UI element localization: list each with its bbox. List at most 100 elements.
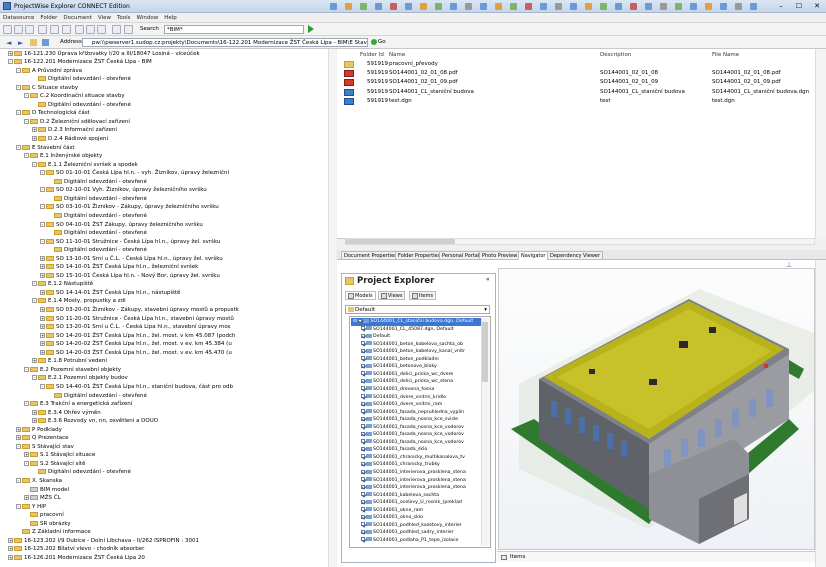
document-row[interactable]: 591919 test.dgn test test.dgn — [337, 97, 815, 106]
collapse-toggle-icon[interactable]: - — [24, 366, 29, 372]
tab-views[interactable]: Views — [378, 291, 406, 300]
tree-item[interactable]: - SO 01-10-01 Česká Lípa hl.n. - vyh. Žiz… — [40, 169, 229, 178]
scrollbar-thumb[interactable] — [482, 322, 488, 382]
new-icon[interactable] — [3, 25, 12, 34]
model-item[interactable]: SO144001_delici_pricka_wc_dvere — [351, 371, 481, 379]
menu-view[interactable]: View — [95, 13, 114, 23]
toolbar-icon[interactable] — [450, 3, 457, 10]
maximize-button[interactable]: ☐ — [792, 1, 806, 11]
column-header-description[interactable]: Description — [600, 52, 631, 58]
tree-item[interactable]: + SO 14-20-03 ŽST Česká Lípa hl.n., žel. … — [40, 349, 232, 358]
expand-toggle-icon[interactable]: + — [40, 324, 45, 330]
model-item[interactable]: SO144001_podhled_sadry_interier — [351, 529, 481, 537]
model-visibility-checkbox[interactable] — [361, 409, 365, 414]
expand-toggle-icon[interactable]: + — [40, 264, 45, 270]
expand-toggle-icon[interactable]: + — [8, 546, 13, 552]
open-icon[interactable] — [14, 25, 23, 34]
collapse-toggle-icon[interactable]: - — [40, 383, 45, 389]
model-item[interactable]: SO144001_fasada_nosna_kce_vodorov — [351, 424, 481, 432]
tree-item[interactable]: + SO 14-20-01 ŽST Česká Lípa hl.n., žel. … — [40, 332, 235, 341]
tree-item[interactable]: +16-121.230 Úprava křižovatky I/20 a III… — [8, 50, 200, 59]
expand-toggle-icon[interactable]: + — [24, 495, 29, 501]
tree-item[interactable]: + MŽS ČL — [24, 494, 61, 503]
toolbar-icon[interactable] — [750, 3, 757, 10]
tree-item[interactable]: + SO 13-20-01 Srní u Č.L. - Česká Lípa hl… — [40, 323, 231, 332]
model-visibility-checkbox[interactable] — [361, 454, 365, 459]
search-input[interactable]: *BIM* — [164, 25, 304, 34]
tree-item[interactable]: + S.1 Stávající situace — [24, 451, 95, 460]
tab-folder-properties[interactable]: Folder Properties — [395, 251, 444, 260]
tree-item[interactable]: - C.2 Koordinační situace stavby — [24, 92, 125, 101]
expand-toggle-icon[interactable]: + — [40, 255, 45, 261]
tab-dependency-viewer[interactable]: Dependency Viewer — [547, 251, 604, 260]
expand-toggle-icon[interactable]: + — [24, 452, 29, 458]
toolbar-icon[interactable] — [630, 3, 637, 10]
model-visibility-checkbox[interactable] — [361, 363, 365, 368]
tab-items[interactable]: Items — [409, 291, 436, 300]
toolbar-icon[interactable] — [480, 3, 487, 10]
tree-item[interactable]: - 16-122.201 Modernizace ŽST Česká Lípa -… — [8, 58, 152, 67]
model-item[interactable]: Default — [351, 333, 481, 341]
tree-item[interactable]: Digitální odevzdání - otevřené — [32, 75, 131, 84]
collapse-toggle-icon[interactable]: - — [16, 443, 21, 449]
save-icon[interactable] — [25, 25, 34, 34]
tree-item[interactable]: - S.2 Stávající sítě — [24, 460, 85, 469]
collapse-toggle-icon[interactable]: - — [16, 478, 21, 483]
tree-item[interactable]: - E.1 Inženýrské objekty — [24, 152, 102, 161]
tree-item[interactable]: - E.2.1 Pozemní objekty budov — [32, 374, 128, 383]
collapse-toggle-icon[interactable]: - — [16, 110, 21, 116]
model-visibility-checkbox[interactable] — [361, 394, 365, 398]
tree-item[interactable]: - E Stavební část — [16, 144, 75, 153]
model-item[interactable]: SO144001_interierova_prosklena_stena — [351, 477, 481, 485]
tree-item[interactable]: - SO 04-10-01 ŽST Zákupy, úpravy železnič… — [40, 221, 203, 230]
toolbar-icon[interactable] — [660, 3, 667, 10]
model-item[interactable]: SO144001_betonove_bloky — [351, 363, 481, 371]
tree-item[interactable]: - X. Skanska — [16, 477, 62, 486]
toolbar-icon[interactable] — [420, 3, 427, 10]
model-filter-select[interactable]: Default ▾ — [345, 305, 490, 314]
tree-item[interactable]: - A Průvodní zpráva — [16, 67, 82, 76]
toolbar-icon[interactable] — [600, 3, 607, 10]
search-dropdown-icon[interactable] — [124, 25, 133, 34]
tree-item[interactable]: - SO 03-10-01 Žizníkov - Zákupy, úpravy ž… — [40, 203, 219, 212]
tab-personal-portal[interactable]: Personal Portal — [439, 251, 483, 260]
run-search-icon[interactable] — [308, 25, 314, 33]
model-item[interactable]: SO144001_interierova_prosklena_stena — [351, 469, 481, 477]
collapse-toggle-icon[interactable]: - — [8, 59, 13, 65]
expand-toggle-icon[interactable]: + — [32, 136, 37, 141]
model-item[interactable]: SO144001_dvere_vnitrni_ram — [351, 401, 481, 409]
document-row[interactable]: 591919 SO144001_02_01_09.pdf SO144001_02_0… — [337, 78, 815, 87]
collapse-toggle-icon[interactable]: - — [16, 144, 21, 150]
go-button[interactable]: Go — [371, 38, 391, 47]
tree-item[interactable]: Digitální odevzdání - otevřené — [48, 178, 147, 187]
tree-item[interactable]: - D Technologická část — [16, 109, 90, 118]
collapse-toggle-icon[interactable]: - — [40, 170, 45, 176]
toolbar-icon[interactable] — [390, 3, 397, 10]
expand-toggle-icon[interactable]: + — [32, 358, 37, 364]
column-header-name[interactable]: Name — [389, 52, 405, 58]
model-item[interactable]: SO144001_fasada_sklo — [351, 446, 481, 454]
tree-item[interactable]: - E.1.4 Mosty, propustky a zdi — [32, 297, 126, 306]
toolbar-icon[interactable] — [510, 3, 517, 10]
column-header-folder-id[interactable]: Folder Id — [360, 52, 384, 58]
tab-photo-preview[interactable]: Photo Preview — [479, 251, 521, 260]
column-header-file-name[interactable]: File Name — [712, 52, 739, 58]
model-visibility-checkbox[interactable] — [358, 318, 363, 323]
collapse-icon[interactable]: « — [486, 276, 490, 283]
model-item[interactable]: SO144001_drevena_fosna — [351, 386, 481, 394]
toolbar-icon[interactable] — [555, 3, 562, 10]
large-icons-icon[interactable] — [75, 25, 84, 34]
tree-item[interactable]: Z Základní informace — [16, 528, 91, 537]
grid-vertical-scrollbar[interactable] — [815, 49, 826, 239]
3d-model-view[interactable] — [498, 268, 815, 550]
model-visibility-checkbox[interactable] — [361, 484, 365, 489]
model-item[interactable]: SO144001_fasada_nosna_kce_vodorov — [351, 431, 481, 439]
model-visibility-checkbox[interactable] — [361, 431, 365, 436]
tree-item[interactable]: SR obrázky — [24, 520, 71, 529]
tree-item[interactable]: + D.2.3 Informační zařízení — [32, 126, 117, 135]
toolbar-icon[interactable] — [405, 3, 412, 10]
expand-toggle-icon[interactable]: + — [40, 315, 45, 321]
toolbar-icon[interactable] — [645, 3, 652, 10]
tree-item[interactable]: - C Situace stavby — [16, 84, 78, 93]
model-visibility-checkbox[interactable] — [361, 333, 365, 338]
